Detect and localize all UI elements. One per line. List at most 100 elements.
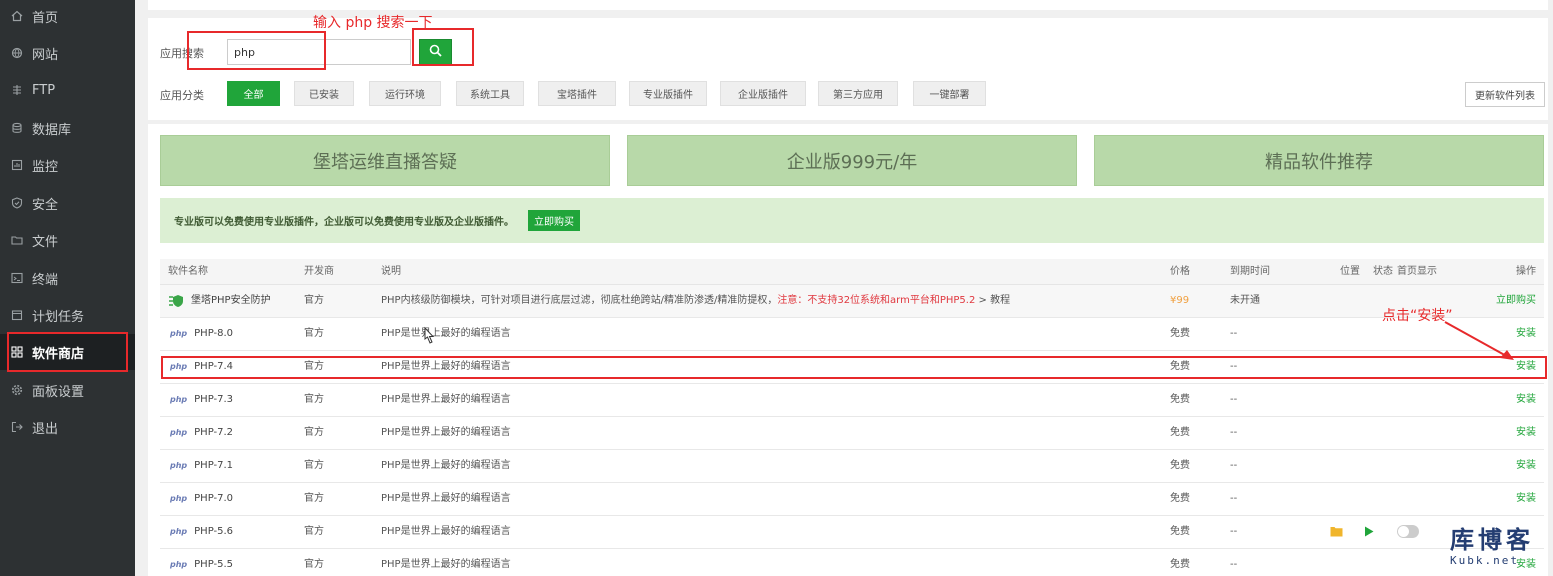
home-icon <box>10 9 24 23</box>
sidebar-item-label: 首页 <box>32 10 59 26</box>
notice-text: 专业版可以免费使用专业版插件，企业版可以免费使用专业版及企业版插件。 <box>174 217 514 228</box>
category-tab-all[interactable]: 全部 <box>227 81 280 106</box>
monitor-icon <box>10 158 24 172</box>
top-panel <box>148 0 1548 10</box>
terminal-icon <box>10 271 24 285</box>
install-button[interactable]: 安装 <box>1516 384 1536 416</box>
software-name: PHP-7.1 <box>194 460 234 471</box>
banner-live-qa[interactable]: 堡塔运维直播答疑 <box>160 135 610 186</box>
software-name: PHP-5.5 <box>194 559 234 570</box>
category-tab-bt-plugins[interactable]: 宝塔插件 <box>538 81 616 106</box>
database-icon <box>10 121 24 135</box>
sidebar-item-logout[interactable]: 退出 <box>0 409 135 445</box>
expire: -- <box>1230 427 1238 438</box>
sidebar-item-security[interactable]: 安全 <box>0 185 135 221</box>
sidebar-item-terminal[interactable]: 终端 <box>0 260 135 296</box>
globe-icon <box>10 46 24 60</box>
expire: 未开通 <box>1230 295 1260 306</box>
php-logo-icon: php <box>170 428 188 437</box>
table-row: php PHP-7.2 官方 PHP是世界上最好的编程语言 免费 -- 安装 <box>160 417 1544 450</box>
php-logo-icon: php <box>170 527 188 536</box>
developer: 官方 <box>304 427 324 438</box>
annotation-row-highlight <box>161 356 1547 379</box>
col-status: 状态 <box>1373 266 1393 277</box>
expire: -- <box>1230 526 1238 537</box>
play-icon[interactable] <box>1364 526 1374 540</box>
price: 免费 <box>1170 526 1190 537</box>
main-area: 应用搜索 应用分类 全部 已安装 运行环境 系统工具 宝塔插件 专业版插件 企业… <box>148 0 1553 576</box>
sidebar-item-cron[interactable]: 计划任务 <box>0 297 135 333</box>
description: PHP是世界上最好的编程语言 <box>381 559 511 570</box>
warning-note: 注意：不支持32位系统和arm平台和PHP5.2 <box>777 295 976 306</box>
category-tab-third-party[interactable]: 第三方应用 <box>818 81 898 106</box>
sidebar-item-files[interactable]: 文件 <box>0 222 135 258</box>
price: 免费 <box>1170 427 1190 438</box>
annotation-sidebar-highlight <box>7 332 128 372</box>
sidebar-item-label: 文件 <box>32 234 59 250</box>
php-logo-icon: php <box>170 395 188 404</box>
description: PHP是世界上最好的编程语言 <box>381 394 511 405</box>
php-logo-icon: php <box>170 560 188 569</box>
col-name: 软件名称 <box>168 266 208 277</box>
refresh-list-button[interactable]: 更新软件列表 <box>1465 82 1545 107</box>
sidebar-item-ftp[interactable]: FTP <box>0 72 135 108</box>
table-row: php PHP-5.5 官方 PHP是世界上最好的编程语言 免费 -- 安装 <box>160 549 1544 576</box>
homepage-toggle[interactable] <box>1397 525 1419 538</box>
price: ¥99 <box>1170 295 1190 306</box>
sidebar-item-website[interactable]: 网站 <box>0 35 135 71</box>
category-tab-pro-plugins[interactable]: 专业版插件 <box>629 81 707 106</box>
col-expire: 到期时间 <box>1230 266 1270 277</box>
col-developer: 开发商 <box>304 266 334 277</box>
install-button[interactable]: 安装 <box>1516 417 1536 449</box>
software-name: PHP-8.0 <box>194 328 234 339</box>
ftp-icon <box>10 83 24 97</box>
sidebar-item-label: 计划任务 <box>32 309 85 325</box>
category-tab-one-click-deploy[interactable]: 一键部署 <box>913 81 986 106</box>
category-tab-installed[interactable]: 已安装 <box>294 81 354 106</box>
calendar-icon <box>10 308 24 322</box>
category-tab-enterprise-plugins[interactable]: 企业版插件 <box>720 81 806 106</box>
install-button[interactable]: 安装 <box>1516 450 1536 482</box>
price: 免费 <box>1170 559 1190 570</box>
sidebar-item-home[interactable]: 首页 <box>0 0 135 34</box>
table-row: 堡塔PHP安全防护 官方 PHP内核级防御模块，可针对项目进行底层过滤，彻底杜绝… <box>160 285 1544 318</box>
sidebar-item-database[interactable]: 数据库 <box>0 110 135 146</box>
sidebar-item-label: 安全 <box>32 197 59 213</box>
shield-plugin-icon <box>168 293 186 309</box>
tutorial-link[interactable]: > 教程 <box>979 295 1011 306</box>
mouse-cursor-icon <box>422 326 436 349</box>
software-name: PHP-7.0 <box>194 493 234 504</box>
sidebar-item-label: 退出 <box>32 421 59 437</box>
developer: 官方 <box>304 526 324 537</box>
logout-icon <box>10 420 24 434</box>
sidebar: 首页 网站 FTP 数据库 监控 安全 文件 终端 计划任务 软件商店 面板设置… <box>0 0 135 576</box>
col-position: 位置 <box>1340 266 1360 277</box>
price: 免费 <box>1170 394 1190 405</box>
category-tab-runtime[interactable]: 运行环境 <box>369 81 441 106</box>
banner-enterprise[interactable]: 企业版999元/年 <box>627 135 1077 186</box>
description: PHP是世界上最好的编程语言 <box>381 328 511 339</box>
buy-button[interactable]: 立即购买 <box>1496 285 1536 317</box>
shield-icon <box>10 196 24 210</box>
software-name: PHP-7.2 <box>194 427 234 438</box>
folder-icon[interactable] <box>1330 526 1343 540</box>
sidebar-item-settings[interactable]: 面板设置 <box>0 372 135 408</box>
sidebar-item-monitor[interactable]: 监控 <box>0 147 135 183</box>
software-name: PHP-7.3 <box>194 394 234 405</box>
sidebar-item-label: 监控 <box>32 159 59 175</box>
price: 免费 <box>1170 328 1190 339</box>
description: PHP是世界上最好的编程语言 <box>381 427 511 438</box>
sidebar-item-label: 终端 <box>32 272 59 288</box>
annotation-arrow-icon <box>1444 321 1514 360</box>
col-desc: 说明 <box>381 266 401 277</box>
buy-now-button[interactable]: 立即购买 <box>528 210 580 231</box>
category-tab-system-tools[interactable]: 系统工具 <box>456 81 524 106</box>
banner-featured[interactable]: 精品软件推荐 <box>1094 135 1544 186</box>
search-panel: 应用搜索 应用分类 全部 已安装 运行环境 系统工具 宝塔插件 专业版插件 企业… <box>148 18 1548 120</box>
php-logo-icon: php <box>170 329 188 338</box>
category-label: 应用分类 <box>160 89 204 102</box>
software-name: PHP-5.6 <box>194 526 234 537</box>
install-button[interactable]: 安装 <box>1516 483 1536 515</box>
watermark-title: 库博客 <box>1450 526 1534 554</box>
pro-notice: 专业版可以免费使用专业版插件，企业版可以免费使用专业版及企业版插件。 立即购买 <box>160 198 1544 243</box>
